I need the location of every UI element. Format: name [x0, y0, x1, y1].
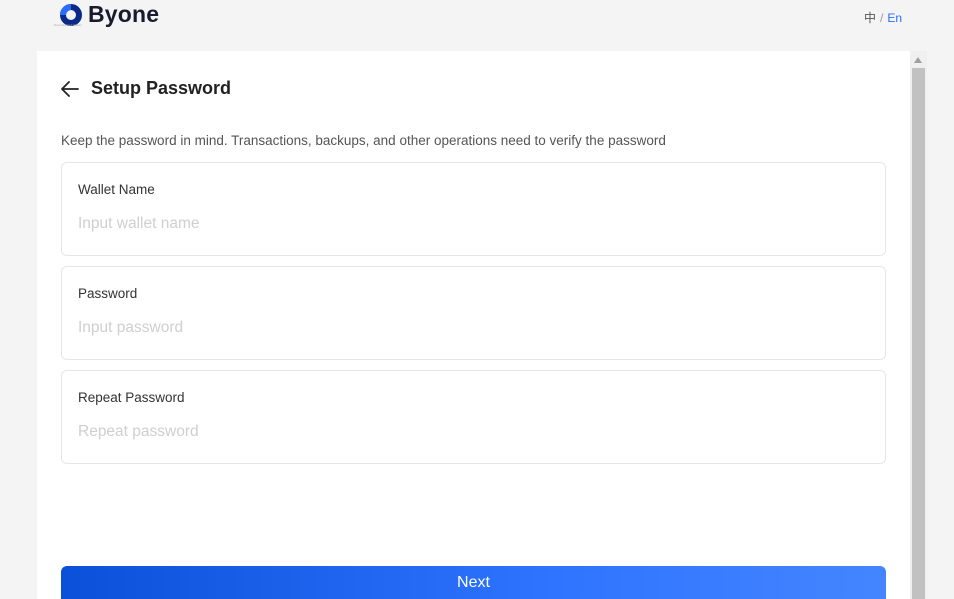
brand-name: Byone	[88, 1, 160, 27]
repeat-password-label: Repeat Password	[78, 390, 185, 405]
repeat-password-input[interactable]	[78, 420, 868, 444]
password-field: Password	[61, 266, 886, 360]
back-arrow-icon[interactable]	[60, 80, 80, 98]
lang-zh-option[interactable]: 中	[864, 11, 876, 25]
setup-password-card: Setup Password Keep the password in mind…	[37, 51, 910, 599]
wallet-name-field: Wallet Name	[61, 162, 886, 256]
language-switch: 中 / En	[864, 9, 902, 26]
brand-tagline: Decentralized Wallet	[54, 23, 82, 27]
lang-separator: /	[879, 11, 884, 25]
page-title: Setup Password	[91, 78, 232, 98]
scroll-up-arrow-icon[interactable]	[914, 57, 922, 63]
password-input[interactable]	[78, 316, 868, 340]
repeat-password-field: Repeat Password	[61, 370, 886, 464]
scrollbar-thumb[interactable]	[912, 68, 925, 599]
password-hint-text: Keep the password in mind. Transactions,…	[61, 133, 666, 148]
page-header: Setup Password	[60, 78, 231, 99]
wallet-name-label: Wallet Name	[78, 182, 155, 197]
lang-en-option[interactable]: En	[887, 11, 902, 25]
next-button[interactable]: Next	[61, 566, 886, 599]
scrollbar[interactable]	[910, 51, 927, 599]
password-label: Password	[78, 286, 138, 301]
wallet-name-input[interactable]	[78, 212, 868, 236]
